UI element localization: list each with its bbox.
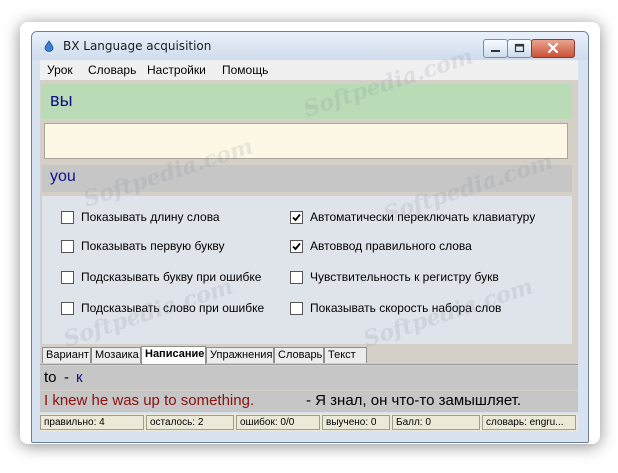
option-label: Подсказывать слово при ошибке <box>81 301 265 315</box>
main-content: вы you Показывать длину слова Показывать… <box>40 80 578 412</box>
option-label: Показывать длину слова <box>81 210 220 224</box>
example-english: I knew he was up to something. <box>44 392 255 409</box>
word-panel: вы <box>42 84 572 119</box>
status-bar: правильно: 4 осталось: 2 ошибок: 0/0 выу… <box>40 414 578 431</box>
option-label: Чувствительность к регистру букв <box>310 270 499 284</box>
translation-text: you <box>50 168 76 185</box>
tab-spelling[interactable]: Написание <box>141 346 206 364</box>
tab-bar: Вариант Мозаика Написание Упражнения Сло… <box>40 346 578 365</box>
status-learned: выучено: 0 <box>322 415 390 430</box>
pair-english: to <box>44 369 57 386</box>
menu-dictionary[interactable]: Словарь <box>88 63 136 77</box>
maximize-button[interactable] <box>507 39 532 58</box>
pair-hint: к <box>76 369 83 386</box>
close-button[interactable] <box>531 39 575 58</box>
option-show-first-letter[interactable]: Показывать первую букву <box>61 238 224 254</box>
checkbox[interactable] <box>61 239 74 253</box>
minimize-button[interactable] <box>483 39 508 58</box>
tab-text[interactable]: Текст <box>324 347 367 363</box>
tab-exercises[interactable]: Упражнения <box>206 347 274 363</box>
option-label: Подсказывать букву при ошибке <box>81 270 262 284</box>
checkbox[interactable] <box>61 270 74 284</box>
checkbox-checked[interactable] <box>290 210 303 224</box>
minimize-icon <box>491 50 500 52</box>
options-panel: Показывать длину слова Показывать первую… <box>42 196 572 344</box>
checkmark-icon <box>292 242 301 250</box>
status-dictionary: словарь: engru... <box>482 415 576 430</box>
option-label: Автоввод правильного слова <box>310 239 472 253</box>
checkbox[interactable] <box>61 210 74 224</box>
title-bar[interactable]: BX Language acquisition <box>32 32 588 60</box>
option-label: Автоматически переключать клавиатуру <box>310 210 536 224</box>
tab-variant[interactable]: Вариант <box>42 347 91 363</box>
checkbox[interactable] <box>290 301 303 315</box>
app-window: BX Language acquisition Урок Словарь Нас… <box>31 31 589 443</box>
menu-lesson[interactable]: Урок <box>47 63 73 77</box>
window-title: BX Language acquisition <box>63 39 212 53</box>
option-auto-input[interactable]: Автоввод правильного слова <box>290 238 472 254</box>
app-icon <box>44 40 54 52</box>
checkbox[interactable] <box>290 270 303 284</box>
close-icon <box>547 42 559 54</box>
menu-bar: Урок Словарь Настройки Помощь <box>40 60 578 80</box>
option-label: Показывать первую букву <box>81 239 225 253</box>
option-hint-letter[interactable]: Подсказывать букву при ошибке <box>61 269 261 285</box>
menu-settings[interactable]: Настройки <box>147 63 206 77</box>
pair-separator: - <box>64 369 69 386</box>
translation-panel: you <box>42 165 572 192</box>
status-correct: правильно: 4 <box>40 415 144 430</box>
menu-help[interactable]: Помощь <box>222 63 268 77</box>
checkbox-checked[interactable] <box>290 239 303 253</box>
option-case-sensitive[interactable]: Чувствительность к регистру букв <box>290 269 499 285</box>
tab-dictionary[interactable]: Словарь <box>274 347 324 363</box>
prompt-word: вы <box>50 90 73 110</box>
word-pair-row: to - к <box>40 366 578 390</box>
option-auto-keyboard[interactable]: Автоматически переключать клавиатуру <box>290 209 535 225</box>
option-label: Показывать скорость набора слов <box>310 301 502 315</box>
maximize-icon <box>514 43 525 53</box>
example-row: I knew he was up to something. - Я знал,… <box>40 391 578 412</box>
option-hint-word[interactable]: Подсказывать слово при ошибке <box>61 300 264 316</box>
status-score: Балл: 0 <box>392 415 480 430</box>
status-remaining: осталось: 2 <box>146 415 234 430</box>
checkbox[interactable] <box>61 301 74 315</box>
option-typing-speed[interactable]: Показывать скорость набора слов <box>290 300 501 316</box>
tab-mosaic[interactable]: Мозаика <box>91 347 141 363</box>
answer-input[interactable] <box>44 123 568 159</box>
example-russian: - Я знал, он что-то замышляет. <box>306 392 522 409</box>
option-show-word-length[interactable]: Показывать длину слова <box>61 209 220 225</box>
status-errors: ошибок: 0/0 <box>236 415 320 430</box>
checkmark-icon <box>292 213 301 221</box>
